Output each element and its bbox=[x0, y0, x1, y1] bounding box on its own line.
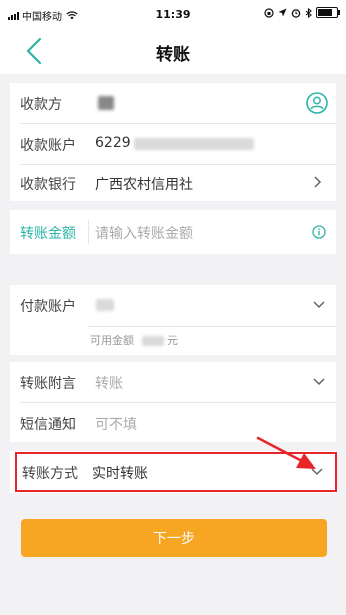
available-amount-redacted bbox=[141, 336, 164, 346]
alarm-icon bbox=[291, 8, 301, 18]
page-title: 转账 bbox=[156, 45, 190, 65]
sms-row[interactable]: 短信通知 可不填 bbox=[10, 403, 336, 443]
sms-label: 短信通知 bbox=[20, 417, 76, 433]
available-suffix: 元 bbox=[167, 334, 178, 347]
sms-input[interactable]: 可不填 bbox=[95, 414, 137, 434]
highlight-box bbox=[15, 452, 337, 492]
note-row[interactable]: 转账附言 转账 bbox=[10, 362, 336, 402]
amount-field-separator bbox=[88, 220, 89, 244]
account-number-redacted bbox=[134, 138, 254, 150]
chevron-right-icon bbox=[314, 176, 322, 188]
chevron-down-icon[interactable] bbox=[312, 374, 326, 388]
account-value: 6229 bbox=[95, 135, 131, 151]
note-label: 转账附言 bbox=[20, 376, 76, 392]
payer-row[interactable]: 付款账户 bbox=[10, 285, 336, 325]
payee-section: 收款方 收款账户 6229 收款银行 广西农村信用社 bbox=[10, 83, 336, 201]
contacts-icon[interactable] bbox=[306, 92, 328, 114]
bluetooth-icon bbox=[305, 7, 312, 18]
account-label: 收款账户 bbox=[20, 138, 76, 154]
available-label: 可用金额 bbox=[90, 334, 134, 347]
location-icon bbox=[278, 8, 287, 17]
note-section: 转账附言 转账 短信通知 可不填 bbox=[10, 362, 336, 442]
bank-value: 广西农村信用社 bbox=[95, 177, 193, 193]
battery-icon bbox=[316, 7, 340, 18]
available-balance: 可用金额 元 bbox=[90, 332, 178, 348]
payer-account-redacted bbox=[96, 299, 114, 311]
payer-section: 付款账户 可用金额 元 bbox=[10, 285, 336, 355]
amount-label: 转账金额 bbox=[20, 226, 76, 242]
payee-label: 收款方 bbox=[20, 97, 62, 113]
status-right bbox=[264, 7, 340, 18]
payee-row[interactable]: 收款方 bbox=[10, 83, 336, 123]
divider bbox=[88, 326, 336, 327]
next-step-button[interactable]: 下一步 bbox=[21, 519, 327, 557]
amount-section: 转账金额 请输入转账金额 bbox=[10, 210, 336, 254]
note-input[interactable]: 转账 bbox=[95, 373, 123, 393]
info-icon[interactable] bbox=[312, 225, 326, 239]
amount-row[interactable]: 转账金额 请输入转账金额 bbox=[10, 212, 336, 252]
nav-bar: 转账 bbox=[0, 28, 346, 74]
account-row: 收款账户 6229 bbox=[10, 124, 336, 164]
bank-label: 收款银行 bbox=[20, 177, 76, 193]
payer-label: 付款账户 bbox=[20, 299, 76, 315]
status-bar: 中国移动 11:39 bbox=[0, 0, 346, 28]
chevron-down-icon bbox=[313, 301, 325, 309]
lock-rotation-icon bbox=[264, 7, 274, 18]
bank-row[interactable]: 收款银行 广西农村信用社 bbox=[10, 163, 336, 203]
amount-input[interactable]: 请输入转账金额 bbox=[95, 223, 193, 243]
payee-name-redacted bbox=[98, 96, 114, 110]
